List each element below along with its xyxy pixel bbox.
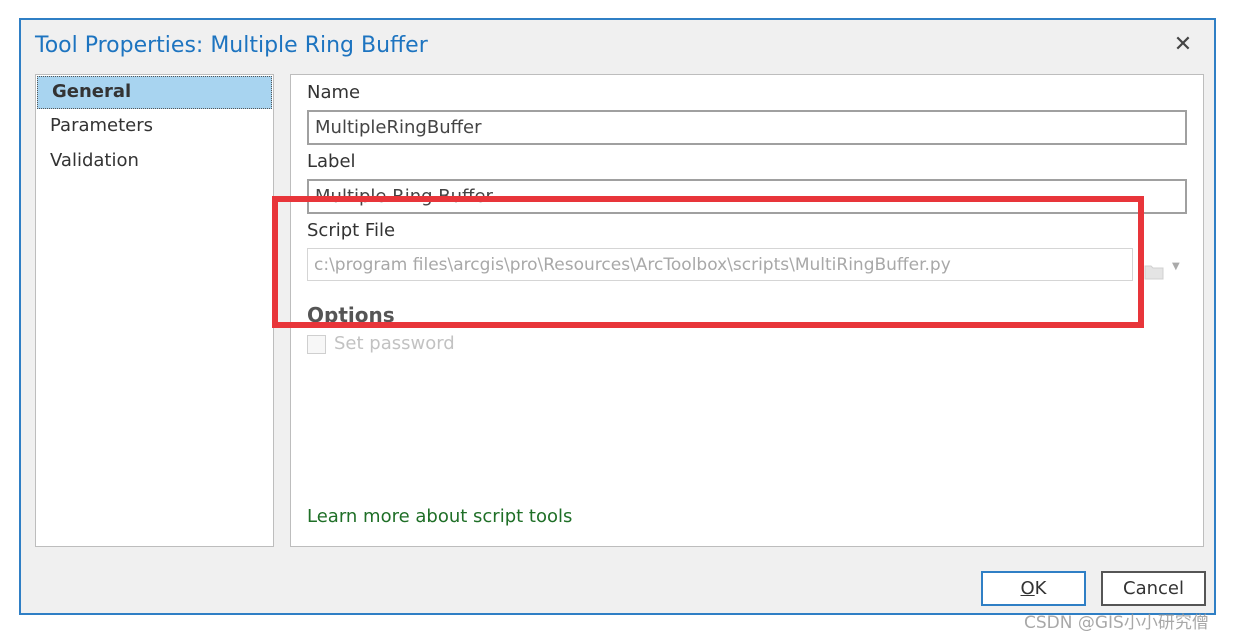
close-icon: ✕ <box>1173 32 1193 57</box>
chevron-down-icon[interactable]: ▼ <box>1172 261 1180 272</box>
watermark: CSDN @GIS小小研究僧 <box>1024 613 1209 633</box>
nav-item-label: Validation <box>50 150 139 171</box>
label-input[interactable]: Multiple Ring Buffer <box>307 179 1187 214</box>
tool-properties-dialog: Tool Properties: Multiple Ring Buffer ✕ … <box>19 18 1216 615</box>
nav-panel: General Parameters Validation <box>35 74 274 547</box>
script-file-input[interactable]: c:\program files\arcgis\pro\Resources\Ar… <box>307 248 1133 281</box>
general-panel: Name MultipleRingBuffer Label Multiple R… <box>290 74 1204 547</box>
folder-icon[interactable] <box>1144 262 1164 280</box>
nav-item-parameters[interactable]: Parameters <box>36 111 273 144</box>
ok-rest: K <box>1034 578 1047 599</box>
nav-item-label: General <box>52 81 132 102</box>
dialog-title: Tool Properties: Multiple Ring Buffer <box>35 33 428 58</box>
nav-item-general[interactable]: General <box>37 76 272 109</box>
learn-more-link[interactable]: Learn more about script tools <box>307 506 572 527</box>
cancel-button[interactable]: Cancel <box>1101 571 1206 606</box>
nav-item-validation[interactable]: Validation <box>36 146 273 179</box>
name-label: Name <box>307 82 361 103</box>
close-button[interactable]: ✕ <box>1172 34 1194 56</box>
script-file-label: Script File <box>307 220 396 241</box>
ok-accel: O <box>1020 578 1035 599</box>
label-label: Label <box>307 151 356 172</box>
options-heading: Options <box>307 303 395 327</box>
ok-button[interactable]: OK <box>981 571 1086 606</box>
set-password-checkbox[interactable] <box>307 335 326 354</box>
nav-item-label: Parameters <box>50 115 154 136</box>
set-password-label: Set password <box>334 333 455 354</box>
name-input[interactable]: MultipleRingBuffer <box>307 110 1187 145</box>
